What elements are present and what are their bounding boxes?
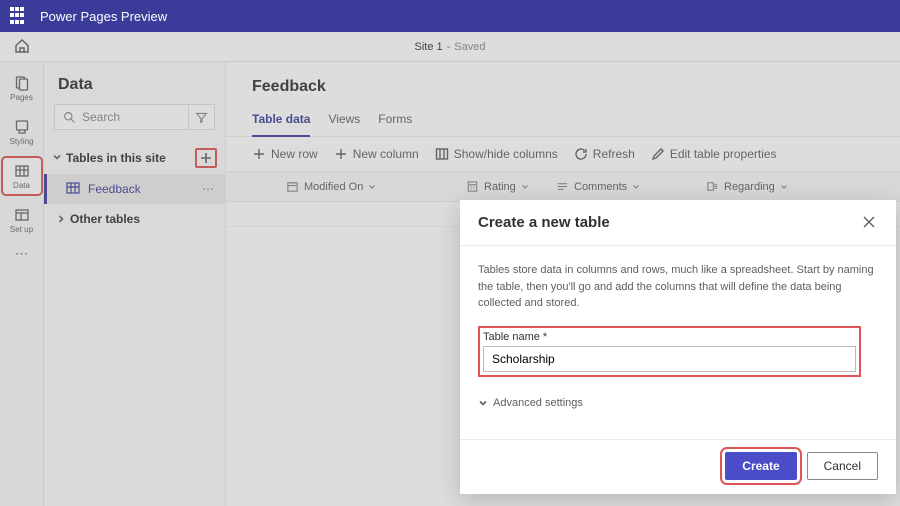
table-name-label: Table name * [483,331,856,343]
create-table-modal: Create a new table Tables store data in … [460,200,896,494]
modal-title: Create a new table [478,214,610,231]
modal-description: Tables store data in columns and rows, m… [478,262,878,312]
cancel-button[interactable]: Cancel [807,452,878,480]
advanced-settings-toggle[interactable]: Advanced settings [478,397,878,409]
modal-close-button[interactable] [862,215,878,231]
table-name-input[interactable] [483,346,856,372]
titlebar: Power Pages Preview [0,0,900,32]
close-icon [862,215,876,229]
waffle-icon[interactable] [10,7,28,25]
chevron-down-icon [478,398,488,408]
create-button[interactable]: Create [725,452,796,480]
table-name-field-wrap: Table name * [478,326,861,377]
app-name: Power Pages Preview [40,9,167,24]
